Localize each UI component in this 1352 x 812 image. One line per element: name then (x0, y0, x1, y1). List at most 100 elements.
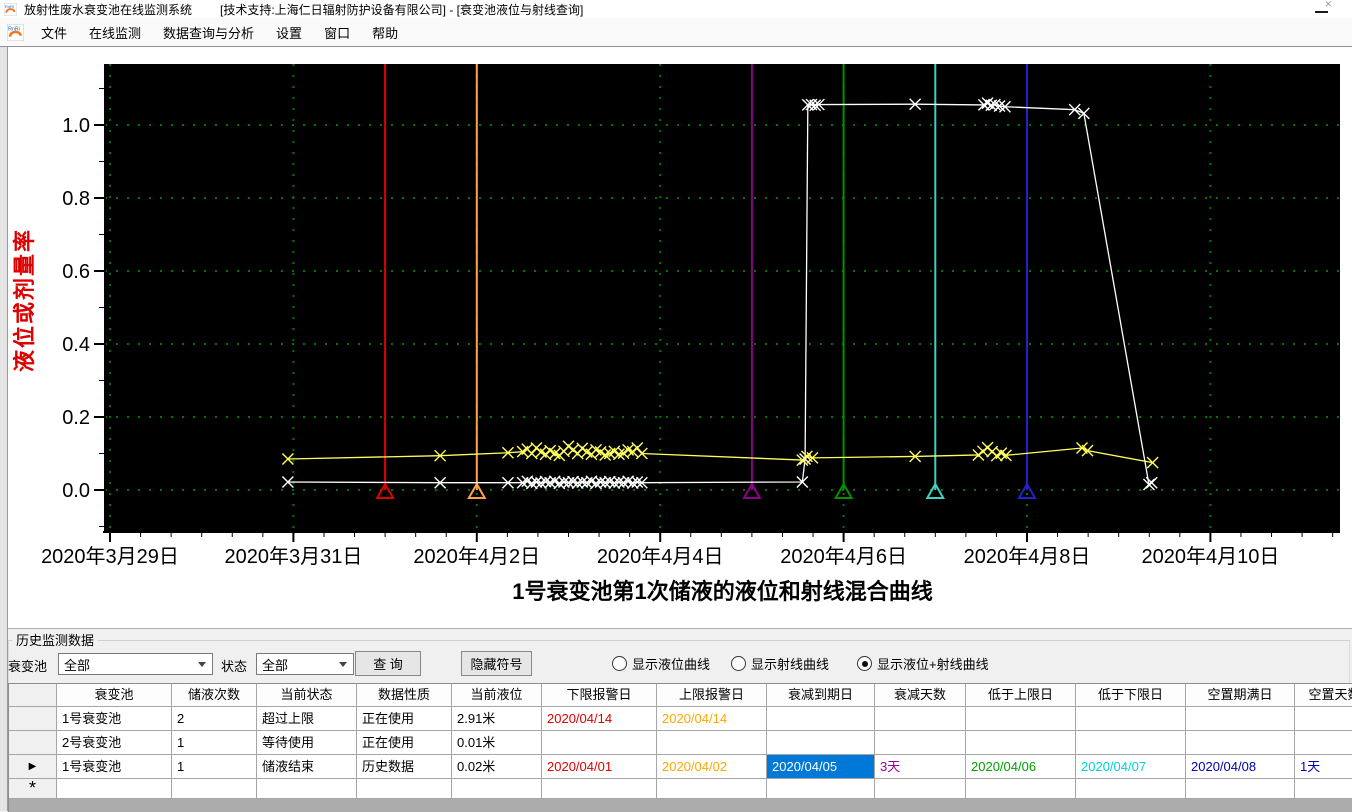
close-icon[interactable]: ✕ (1324, 0, 1332, 10)
hide-symbols-button[interactable]: 隐藏符号 (461, 651, 532, 676)
table-cell[interactable] (767, 779, 875, 799)
pool-select-value: 全部 (64, 657, 91, 673)
table-header-cell[interactable]: 下限报警日 (542, 684, 657, 707)
table-cell[interactable] (657, 731, 767, 755)
table-cell[interactable] (966, 731, 1076, 755)
menu-item-1[interactable]: 在线监测 (78, 18, 152, 47)
menu-item-4[interactable]: 窗口 (313, 18, 361, 47)
table-header-cell[interactable]: 低于下限日 (1076, 684, 1186, 707)
table-cell[interactable]: 2 (172, 707, 257, 731)
menu-item-3[interactable]: 设置 (265, 18, 313, 47)
table-cell[interactable]: 2020/04/14 (542, 707, 657, 731)
table-cell[interactable]: 超过上限 (257, 707, 357, 731)
status-select[interactable]: 全部 (256, 653, 354, 675)
table-cell[interactable]: 2020/04/05 (767, 755, 875, 779)
table-cell[interactable] (966, 707, 1076, 731)
query-button[interactable]: 查 询 (355, 651, 421, 676)
history-group-title: 历史监测数据 (12, 630, 99, 649)
table-cell[interactable] (657, 779, 767, 799)
table-cell[interactable] (875, 731, 966, 755)
window-subtitle: [技术支持:上海仁日辐射防护设备有限公司] - [衰变池液位与射线查询] (220, 2, 584, 17)
table-cell[interactable] (875, 779, 966, 799)
table-cell[interactable] (1186, 707, 1295, 731)
new-row-indicator[interactable]: * (9, 779, 57, 799)
table-row: 2号衰变池 1 等待使用 正在使用 0.01米 (9, 731, 1352, 755)
table-cell[interactable]: 2020/04/01 (542, 755, 657, 779)
table-cell[interactable]: 等待使用 (257, 731, 357, 755)
radio-show-ray-curve[interactable]: 显示射线曲线 (731, 654, 829, 673)
table-corner-cell (9, 684, 57, 707)
table-cell[interactable]: 2020/04/08 (1186, 755, 1295, 779)
table-cell[interactable] (172, 779, 257, 799)
table-cell[interactable] (1076, 731, 1186, 755)
table-cell[interactable] (875, 707, 966, 731)
row-selector[interactable] (9, 731, 57, 755)
chevron-down-icon (339, 662, 347, 667)
table-cell[interactable]: 1号衰变池 (57, 707, 172, 731)
table-cell[interactable] (966, 779, 1076, 799)
svg-text:2020年4月8日: 2020年4月8日 (964, 545, 1091, 568)
svg-text:0.8: 0.8 (62, 188, 90, 210)
current-row-arrow[interactable]: ▶ (9, 755, 57, 779)
table-header-cell[interactable]: 衰变池 (57, 684, 172, 707)
table-cell[interactable] (542, 779, 657, 799)
table-header-cell[interactable]: 空置期满日 (1186, 684, 1295, 707)
table-cell[interactable]: 2.91米 (452, 707, 542, 731)
radio-show-level-ray-curve[interactable]: 显示液位+射线曲线 (857, 654, 989, 673)
radio-show-level-curve[interactable]: 显示液位曲线 (612, 654, 710, 673)
table-header-cell[interactable]: 当前状态 (257, 684, 357, 707)
table-header-cell[interactable]: 低于上限日 (966, 684, 1076, 707)
table-cell[interactable]: 储液结束 (257, 755, 357, 779)
table-cell[interactable] (57, 779, 172, 799)
table-cell[interactable] (767, 707, 875, 731)
row-selector[interactable] (9, 707, 57, 731)
table-row: ▶ 1号衰变池 1 储液结束 历史数据 0.02米 2020/04/01 2020/04/02… (9, 755, 1352, 779)
table-cell[interactable] (1186, 779, 1295, 799)
table-cell[interactable] (542, 731, 657, 755)
table-cell[interactable]: 0.01米 (452, 731, 542, 755)
table-cell[interactable]: 1号衰变池 (57, 755, 172, 779)
table-cell[interactable] (452, 779, 542, 799)
table-cell[interactable]: 2020/04/14 (657, 707, 767, 731)
radio-label: 显示液位+射线曲线 (877, 657, 989, 672)
table-cell[interactable]: 2号衰变池 (57, 731, 172, 755)
table-cell[interactable]: 历史数据 (357, 755, 452, 779)
decay-pool-chart: 2020年3月29日 2020年3月31日 2020年4月2日 2020年4月4日 20… (12, 64, 1340, 604)
table-cell[interactable]: 0.02米 (452, 755, 542, 779)
title-bar: RnRi 放射性废水衰变池在线监测系统 [技术支持:上海仁日辐射防护设备有限公司… (0, 0, 1352, 19)
table-header-cell[interactable]: 上限报警日 (657, 684, 767, 707)
table-cell[interactable]: 3天 (875, 755, 966, 779)
table-cell[interactable]: 1 (172, 731, 257, 755)
table-cell[interactable]: 正在使用 (357, 731, 452, 755)
table-cell[interactable]: 1 (172, 755, 257, 779)
table-cell[interactable] (1295, 707, 1352, 731)
table-cell[interactable] (767, 731, 875, 755)
table-cell[interactable] (1295, 731, 1352, 755)
menu-item-0[interactable]: 文件 (30, 18, 78, 47)
table-header-cell[interactable]: 衰减到期日 (767, 684, 875, 707)
table-cell[interactable]: 正在使用 (357, 707, 452, 731)
table-row: 1号衰变池 2 超过上限 正在使用 2.91米 2020/04/14 2020/04/14 (9, 707, 1352, 731)
pool-select[interactable]: 全部 (58, 653, 213, 675)
table-cell[interactable] (257, 779, 357, 799)
child-window-icon[interactable]: RnRi (7, 23, 24, 41)
table-header-cell[interactable]: 空置天数 (1295, 684, 1352, 707)
table-cell[interactable]: 2020/04/06 (966, 755, 1076, 779)
table-cell[interactable]: 2020/04/02 (657, 755, 767, 779)
minimize-icon[interactable] (1315, 11, 1328, 13)
table-header-cell[interactable]: 数据性质 (357, 684, 452, 707)
table-header-cell[interactable]: 衰减天数 (875, 684, 966, 707)
table-cell[interactable]: 2020/04/07 (1076, 755, 1186, 779)
table-cell[interactable] (1186, 731, 1295, 755)
menu-item-2[interactable]: 数据查询与分析 (152, 18, 265, 47)
menu-item-5[interactable]: 帮助 (361, 18, 409, 47)
table-cell[interactable] (1295, 779, 1352, 799)
table-cell[interactable] (1076, 779, 1186, 799)
table-cell[interactable]: 1天 (1295, 755, 1352, 779)
table-cell[interactable] (1076, 707, 1186, 731)
table-header-cell[interactable]: 当前液位 (452, 684, 542, 707)
chart-title: 1号衰变池第1次储液的液位和射线混合曲线 (512, 579, 932, 604)
window-left-edge (0, 47, 8, 811)
table-header-cell[interactable]: 储液次数 (172, 684, 257, 707)
table-cell[interactable] (357, 779, 452, 799)
